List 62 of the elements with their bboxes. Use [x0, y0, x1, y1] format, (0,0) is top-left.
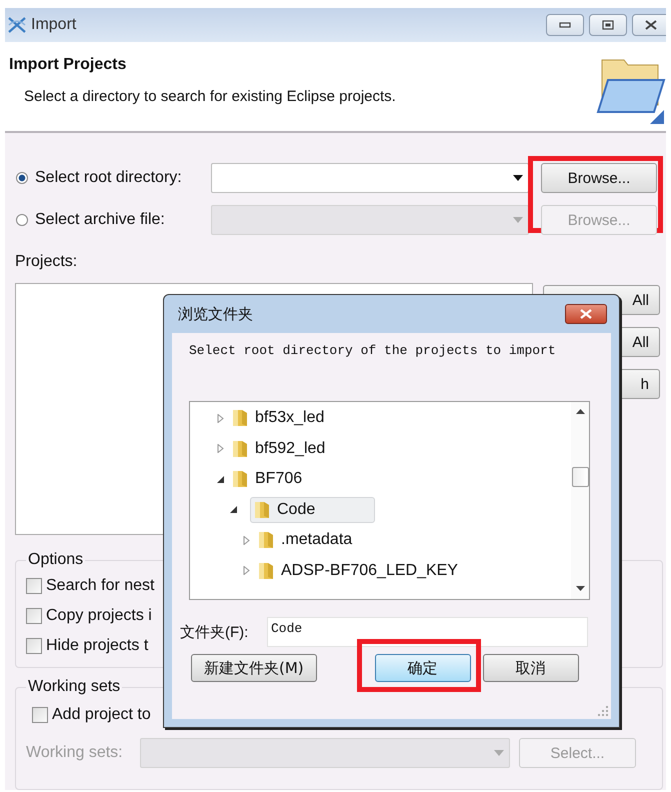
expand-icon[interactable] [216, 414, 225, 423]
radio-label: Select archive file: [35, 211, 166, 229]
tree-item[interactable]: .metadata [254, 527, 358, 554]
group-title: Working sets [27, 678, 122, 696]
folder-icon [231, 469, 249, 490]
folder-icon [231, 408, 249, 428]
caret-icon [494, 750, 504, 756]
tree-item[interactable]: Code [250, 496, 375, 523]
folder-icon [257, 530, 275, 550]
maximize-icon [602, 20, 614, 30]
resize-grip-icon [598, 706, 608, 716]
page-title: Import Projects [9, 56, 128, 74]
group-title: Options [27, 551, 84, 569]
page-description: Select a directory to search for existing Eclipse projects. [24, 88, 397, 105]
dialog-button[interactable]: 确定 [374, 654, 471, 682]
checkbox-label: Search for nest [46, 577, 154, 595]
checkbox[interactable] [26, 608, 42, 624]
dialog-title: 浏览文件夹 [178, 304, 253, 324]
tree-item[interactable]: BF706 [228, 466, 308, 492]
scroll-thumb[interactable] [572, 467, 588, 487]
minimize-button[interactable] [546, 14, 584, 36]
expand-icon[interactable] [242, 536, 251, 545]
folder-icon [257, 560, 275, 581]
tree-item[interactable]: bf592_led [228, 436, 330, 462]
close-icon [645, 20, 657, 30]
folder-icon [253, 500, 271, 520]
checkbox[interactable] [26, 638, 42, 654]
checkbox[interactable] [26, 578, 42, 594]
checkbox-label: Copy projects i [46, 607, 152, 625]
folder-icon [231, 438, 249, 459]
scrollbar[interactable] [571, 402, 589, 599]
window-title: Import [31, 16, 76, 34]
maximize-button[interactable] [589, 14, 627, 36]
folder-input[interactable]: Code [267, 617, 588, 647]
expand-icon[interactable] [242, 566, 251, 576]
folder-tree[interactable]: bf53x_led bf592_led BF706 Code .metadata ADSP-BF706_LED_KEY [189, 401, 590, 600]
expand-icon[interactable] [216, 444, 225, 454]
close-button[interactable] [565, 304, 607, 324]
dialog-prompt: Select root directory of the projects to import [189, 343, 557, 358]
scroll-down-icon [576, 586, 584, 591]
dialog-button[interactable]: 新建文件夹(M) [191, 654, 317, 682]
app-logo-icon [7, 16, 27, 34]
dialog-button[interactable]: 取消 [482, 654, 579, 682]
close-button[interactable] [632, 14, 666, 36]
caret-icon [513, 175, 523, 181]
collapse-icon[interactable] [229, 505, 238, 514]
projects-label: Projects: [15, 253, 78, 272]
checkbox-label: Hide projects t [46, 637, 148, 655]
minimize-icon [559, 22, 571, 28]
path-dropdown[interactable] [211, 163, 529, 193]
radio-button[interactable] [16, 172, 28, 184]
field-label: 文件夹(F): [180, 622, 250, 642]
tree-item[interactable]: ADSP-BF706_LED_KEY [254, 558, 463, 584]
close-icon [579, 309, 593, 319]
scroll-up-icon [576, 409, 584, 414]
radio-label: Select root directory: [35, 169, 183, 187]
checkbox-label: Add project to [52, 706, 151, 724]
browse-button[interactable]: Browse... [541, 163, 657, 193]
caret-icon [513, 217, 523, 223]
tree-item[interactable]: bf53x_led [228, 405, 330, 432]
field-label: Working sets: [26, 744, 124, 762]
collapse-icon[interactable] [216, 474, 225, 484]
